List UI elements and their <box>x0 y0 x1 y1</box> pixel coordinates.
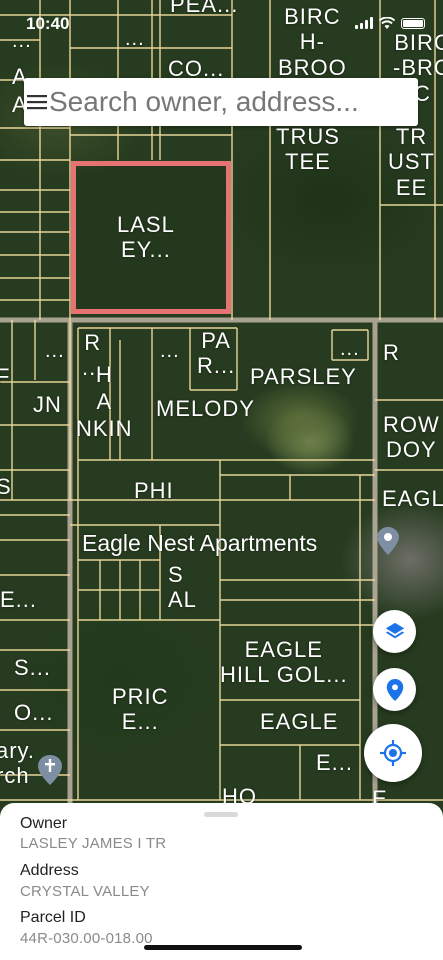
parcel-label[interactable]: S AL <box>168 562 197 613</box>
parcel-label[interactable]: EAGLE <box>260 709 338 734</box>
layers-button[interactable] <box>373 610 416 653</box>
parcel-label[interactable]: ROW DOY <box>383 412 440 463</box>
parcel-label[interactable]: PHI <box>134 478 174 503</box>
sheet-drag-handle[interactable] <box>204 812 238 817</box>
parcel-label[interactable]: PA R... <box>197 328 235 379</box>
battery-icon <box>401 18 425 29</box>
parcel-label[interactable]: E... <box>316 750 353 775</box>
my-location-icon <box>380 740 406 766</box>
search-bar <box>24 78 418 126</box>
place-label-church[interactable]: ary. rch <box>0 738 35 789</box>
parcel-label[interactable]: S... <box>14 655 51 680</box>
parcel-label[interactable]: TRUS TEE <box>276 124 340 175</box>
parcel-label[interactable]: JN <box>33 392 62 417</box>
parcel-label[interactable]: EAGLE HILL GOL... <box>220 637 348 688</box>
parcel-label[interactable]: S <box>0 474 12 499</box>
parcel-label[interactable]: E... <box>0 587 37 612</box>
parcel-info-sheet[interactable]: Owner LASLEY JAMES I TR Address CRYSTAL … <box>0 803 443 960</box>
search-input[interactable] <box>49 78 418 126</box>
apartment-pin-icon[interactable] <box>377 527 399 555</box>
parcel-label[interactable]: H A NKIN <box>76 362 133 442</box>
status-time: 10:40 <box>26 14 70 33</box>
owner-value: LASLEY JAMES I TR <box>20 835 167 852</box>
pin-button[interactable] <box>373 668 416 711</box>
home-indicator[interactable] <box>144 945 302 950</box>
parcel-label[interactable]: PRIC E... <box>112 684 169 735</box>
owner-label: Owner <box>20 815 68 832</box>
parcel-label[interactable]: ... <box>160 340 180 363</box>
parcel-label[interactable]: MELODY <box>156 396 255 421</box>
parcel-id-label: Parcel ID <box>20 909 86 926</box>
parcel-id-value: 44R-030.00-018.00 <box>20 930 153 947</box>
parcel-label[interactable]: ... <box>340 338 360 361</box>
parcel-label[interactable]: ... <box>45 340 65 363</box>
parcel-label[interactable]: F <box>0 364 10 389</box>
status-icons <box>355 17 425 29</box>
parcel-label[interactable]: O... <box>14 700 53 725</box>
address-value: CRYSTAL VALLEY <box>20 883 150 900</box>
address-label: Address <box>20 862 79 879</box>
signal-icon <box>355 17 373 29</box>
status-bar: 10:40 <box>0 0 443 44</box>
parcel-label[interactable]: TR UST EE <box>388 124 435 200</box>
my-location-button[interactable] <box>364 724 422 782</box>
parcel-label-lasley[interactable]: LASL EY... <box>117 212 175 263</box>
wifi-icon <box>379 17 395 29</box>
menu-icon[interactable] <box>24 78 49 126</box>
location-pin-icon <box>386 678 403 701</box>
place-label-eagle-nest[interactable]: Eagle Nest Apartments <box>82 530 317 556</box>
parcel-label[interactable]: PARSLEY <box>250 364 357 389</box>
parcel-label[interactable]: R <box>383 340 400 365</box>
church-icon[interactable] <box>38 755 62 785</box>
layers-icon <box>385 622 404 638</box>
parcel-label[interactable]: EAGL <box>382 486 443 511</box>
